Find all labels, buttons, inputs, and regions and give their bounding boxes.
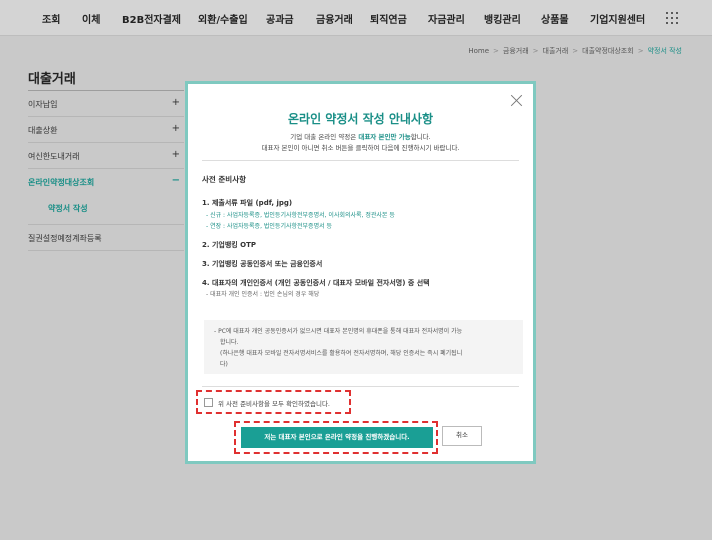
notice-text: 다) [220,361,228,368]
nav-item-utility[interactable]: 공과금 [266,11,294,26]
sidebar-menu: 이자납입 + 대출상환 + 여신한도내거래 + 온라인약정대상조회 − 약정서 … [28,90,184,251]
sidebar-item-credit-limit[interactable]: 여신한도내거래 + [28,143,184,169]
breadcrumb-loan[interactable]: 대출거래 [543,46,569,56]
nav-item-forex[interactable]: 외환/수출입 [198,11,248,26]
requirement-3: 3. 기업뱅킹 공동인증서 또는 금융인증서 [202,260,323,268]
breadcrumb-home[interactable]: Home [468,47,489,55]
desc-text: 합니다. [410,133,431,141]
top-nav: 조회 이체 B2B전자결제 외환/수출입 공과금 금융거래 퇴직연금 자금관리 … [0,0,712,36]
sidebar-item-online-contract[interactable]: 온라인약정대상조회 − [28,169,184,195]
sidebar-item-repayment[interactable]: 대출상환 + [28,117,184,143]
sidebar-item-pledge[interactable]: 질권설정예정계좌등록 [28,225,184,251]
modal-title: 온라인 약정서 작성 안내사항 [287,112,433,126]
nav-item-funds[interactable]: 자금관리 [428,11,465,26]
proceed-highlight: 저는 대표자 본인으로 온라인 약정을 진행하겠습니다. [234,421,438,454]
requirement-1: 1. 제출서류 파일 (pdf, jpg) [202,199,293,207]
divider [202,160,519,161]
breadcrumb-current: 약정서 작성 [647,47,682,55]
nav-item-support[interactable]: 기업지원센터 [590,11,645,26]
divider [202,386,519,387]
nav-item-shop[interactable]: 상품몰 [541,11,569,26]
expand-plus-icon[interactable]: + [172,123,180,134]
modal-description: 기업 대출 온라인 약정은 대표자 본인만 가능합니다. 대표자 본인이 아니면… [188,132,533,154]
nav-item-transfer[interactable]: 이체 [82,11,100,26]
sidebar-item-label: 대출상환 [28,126,58,135]
nav-item-inquiry[interactable]: 조회 [42,11,60,26]
breadcrumb-finance[interactable]: 금융거래 [503,46,529,56]
confirm-highlight: 위 사전 준비사항을 모두 확인하였습니다. [196,390,351,414]
proceed-button[interactable]: 저는 대표자 본인으로 온라인 약정을 진행하겠습니다. [241,427,433,448]
section-title: 사전 준비사항 [202,175,247,184]
confirm-checkbox[interactable] [204,398,213,407]
breadcrumb-separator: > [572,47,579,55]
sidebar-item-label: 질권설정예정계좌등록 [28,234,102,243]
nav-item-pension[interactable]: 퇴직연금 [370,11,407,26]
requirement-4-note: - 대표자 개인 인증서 : 법인 손님의 경우 해당 [206,291,320,298]
close-icon[interactable] [511,94,523,106]
sidebar-item-label: 여신한도내거래 [28,152,80,161]
expand-plus-icon[interactable]: + [172,149,180,160]
sidebar-item-label: 온라인약정대상조회 [28,178,95,187]
desc-text: 기업 대출 온라인 약정은 [290,133,359,141]
expand-plus-icon[interactable]: + [172,97,180,108]
requirement-1-extend: - 연장 : 사업자등록증, 법인등기사항전부증명서 등 [206,223,333,230]
grid-menu-icon[interactable] [666,12,678,24]
requirement-4: 4. 대표자의 개인인증서 (개인 공동인증서 / 대표자 모바일 전자서명) … [202,279,430,287]
sidebar-title: 대출거래 [28,72,76,87]
nav-item-b2b[interactable]: B2B전자결제 [122,11,181,26]
breadcrumb-separator: > [493,47,499,55]
sidebar-item-label: 이자납입 [28,100,58,109]
sidebar-subitem-contract-write[interactable]: 약정서 작성 [28,195,184,225]
breadcrumb-loan-inquiry[interactable]: 대출약정대상조회 [582,46,634,56]
collapse-minus-icon[interactable]: − [172,175,180,186]
nav-item-banking[interactable]: 뱅킹관리 [484,11,521,26]
notice-text: (하나은행 대표자 모바일 전자서명서비스를 활용하여 전자서명하며, 해당 인… [220,350,463,357]
notice-modal: 온라인 약정서 작성 안내사항 기업 대출 온라인 약정은 대표자 본인만 가능… [185,81,536,464]
desc-emphasis: 대표자 본인만 가능 [358,133,411,141]
requirement-1-new: - 신규 : 사업자등록증, 법인등기사항전부증명서, 이사회의사록, 정관사본… [206,212,395,219]
cancel-button[interactable]: 취소 [442,426,482,446]
desc-text: 대표자 본인이 아니면 취소 버튼을 클릭하여 다음에 진행하시기 바랍니다. [261,144,460,152]
breadcrumb: Home > 금융거래 > 대출거래 > 대출약정대상조회 > 약정서 작성 [468,46,682,56]
confirm-label[interactable]: 위 사전 준비사항을 모두 확인하였습니다. [218,398,330,408]
breadcrumb-separator: > [637,47,644,55]
sidebar-item-interest[interactable]: 이자납입 + [28,91,184,117]
nav-item-finance[interactable]: 금융거래 [316,11,353,26]
notice-text: - PC에 대표자 개인 공동인증서가 없으시면 대표자 본인명의 휴대폰을 통… [214,328,463,335]
notice-text: 합니다. [220,339,239,346]
requirement-2: 2. 기업뱅킹 OTP [202,241,257,249]
notice-box: - PC에 대표자 개인 공동인증서가 없으시면 대표자 본인명의 휴대폰을 통… [204,320,523,374]
breadcrumb-separator: > [532,47,539,55]
